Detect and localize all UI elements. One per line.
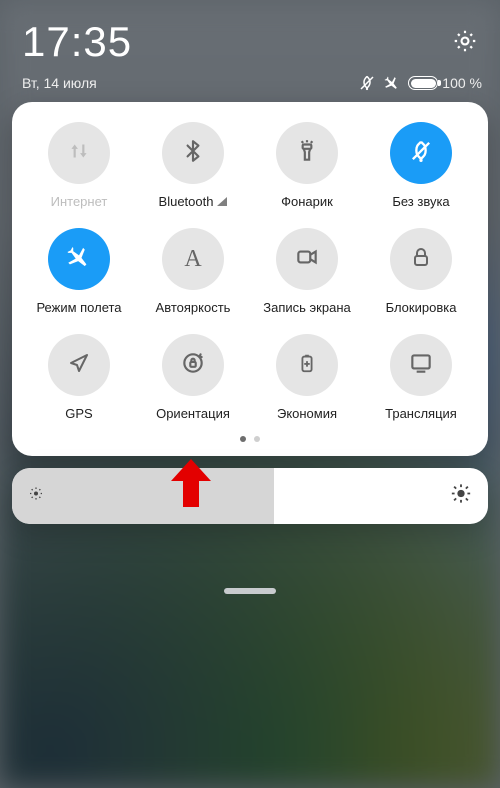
brightness-slider[interactable] (12, 468, 488, 524)
tile-label: Интернет (51, 194, 108, 210)
status-header: 17:35 (0, 0, 500, 72)
tile-airplane[interactable]: Режим полета (22, 228, 136, 316)
airplane-status-icon (383, 74, 401, 92)
mute-status-icon (358, 74, 376, 92)
tile-internet[interactable]: Интернет (22, 122, 136, 210)
signal-icon (217, 197, 227, 206)
bluetooth-icon (180, 138, 206, 169)
brightness-high-icon (450, 483, 472, 510)
orientation-lock-icon (180, 350, 206, 381)
tile-label: Режим полета (36, 300, 121, 316)
tile-cast[interactable]: Трансляция (364, 334, 478, 422)
tile-bluetooth[interactable]: Bluetooth (136, 122, 250, 210)
tile-label: Экономия (277, 406, 337, 422)
tile-label: GPS (65, 406, 92, 422)
tile-label: Фонарик (281, 194, 333, 210)
tile-lock[interactable]: Блокировка (364, 228, 478, 316)
tile-orientation[interactable]: Ориентация (136, 334, 250, 422)
brightness-low-icon (28, 486, 44, 507)
airplane-icon (65, 243, 93, 276)
lock-icon (409, 245, 433, 274)
clock: 17:35 (22, 18, 478, 66)
tile-label: Блокировка (386, 300, 457, 316)
tile-label: Запись экрана (263, 300, 350, 316)
page-indicator (22, 422, 478, 448)
page-dot-active (240, 436, 246, 442)
page-dot (254, 436, 260, 442)
tile-auto-brightness[interactable]: A Автояркость (136, 228, 250, 316)
drag-handle[interactable] (224, 588, 276, 594)
tile-label: Трансляция (385, 406, 457, 422)
cast-icon (408, 350, 434, 381)
tile-label: Автояркость (156, 300, 231, 316)
tile-label: Без звука (392, 194, 449, 210)
quick-settings-panel: Интернет Bluetooth Фонарик (12, 102, 488, 456)
tile-mute[interactable]: Без звука (364, 122, 478, 210)
tile-label: Bluetooth (159, 194, 228, 210)
video-camera-icon (294, 244, 320, 275)
tile-battery-saver[interactable]: Экономия (250, 334, 364, 422)
flashlight-icon (294, 138, 320, 169)
tile-flashlight[interactable]: Фонарик (250, 122, 364, 210)
status-subheader: Вт, 14 июля 100 % (0, 72, 500, 102)
tile-label: Ориентация (156, 406, 230, 422)
settings-icon[interactable] (452, 28, 478, 54)
battery-percent: 100 % (442, 75, 482, 91)
battery-plus-icon (296, 350, 318, 381)
tile-gps[interactable]: GPS (22, 334, 136, 422)
location-arrow-icon (67, 351, 91, 380)
bell-mute-icon (407, 137, 435, 170)
date: Вт, 14 июля (22, 75, 97, 91)
letter-a-icon: A (184, 246, 201, 273)
tile-screen-record[interactable]: Запись экрана (250, 228, 364, 316)
brightness-fill (12, 468, 274, 524)
battery-indicator: 100 % (408, 75, 482, 91)
data-arrows-icon (66, 138, 92, 169)
